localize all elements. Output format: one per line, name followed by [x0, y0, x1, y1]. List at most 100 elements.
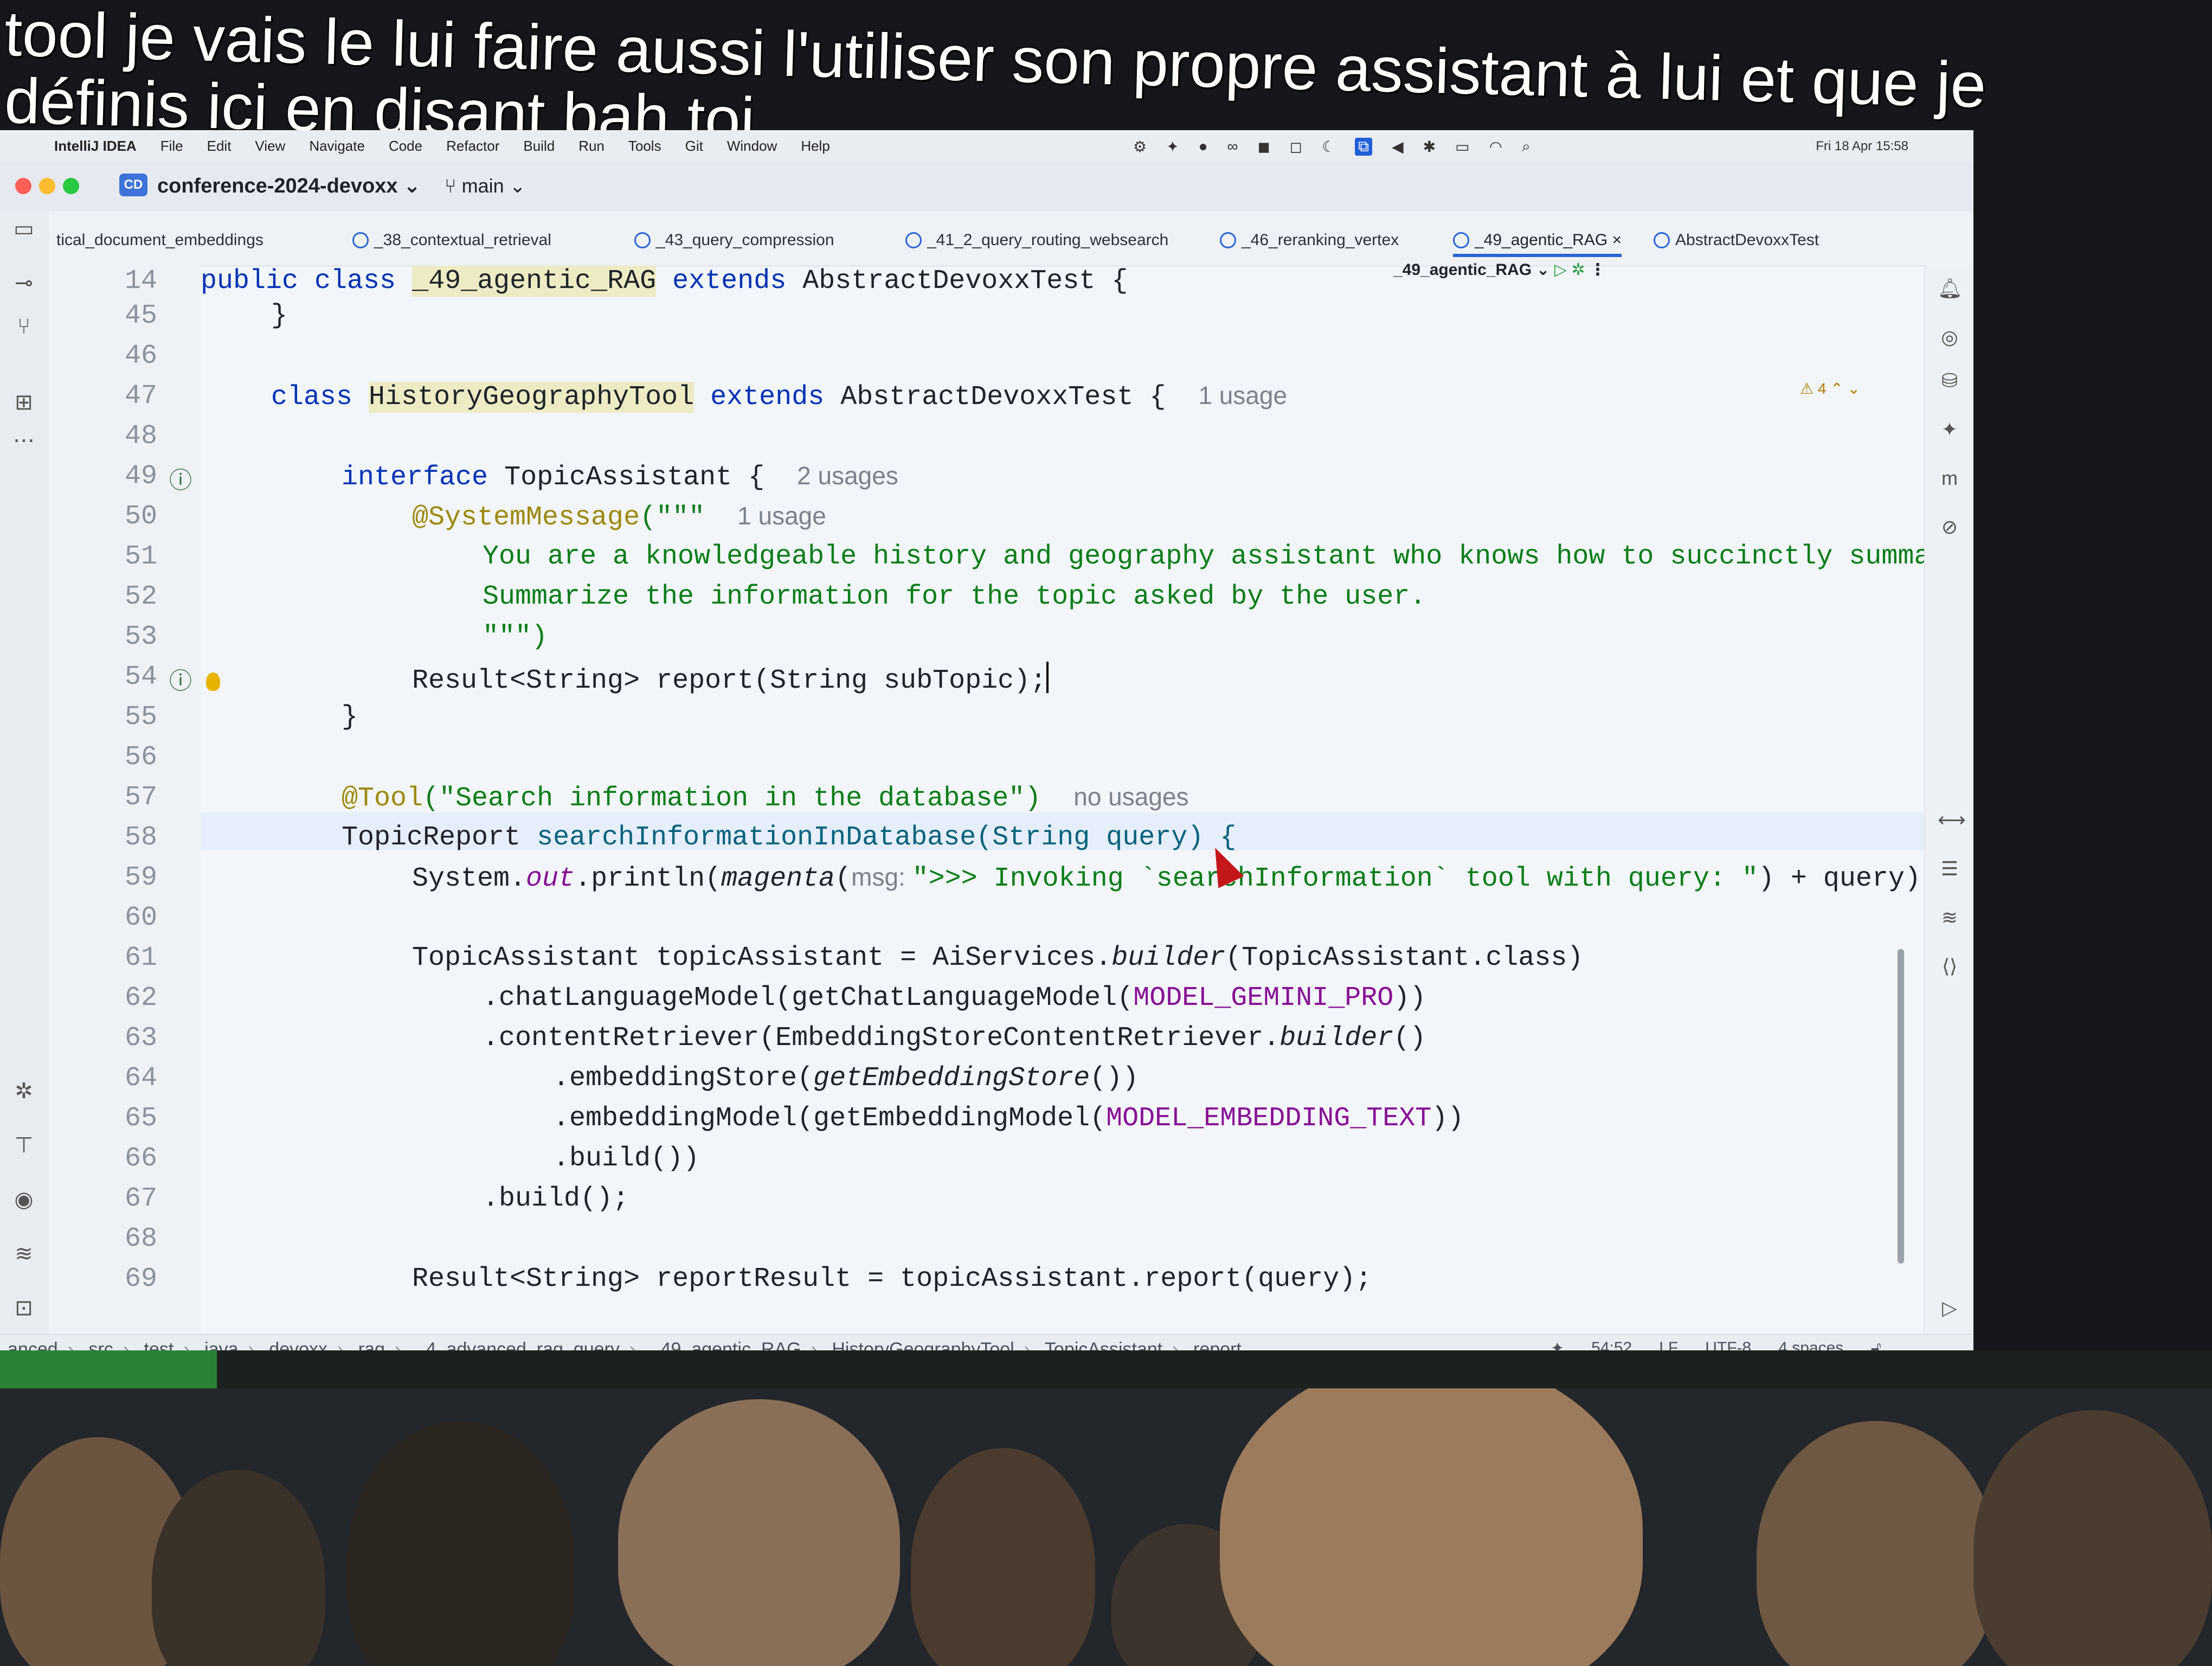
code-line-45: }: [271, 300, 288, 331]
menu-run[interactable]: Run: [578, 138, 605, 155]
play-icon[interactable]: ▷: [1938, 1296, 1962, 1320]
debug-icon[interactable]: ✲: [12, 1079, 36, 1103]
breadcrumb-item[interactable]: test: [144, 1339, 174, 1350]
breadcrumb-item[interactable]: _4_advanced_rag_query: [416, 1339, 620, 1350]
usages-hint[interactable]: 2 usages: [797, 462, 898, 490]
pull-requests-icon[interactable]: ⑂: [12, 315, 36, 338]
lock-icon[interactable]: 🔓︎: [1870, 1339, 1881, 1350]
tab-abstract-devoxx-test[interactable]: AbstractDevoxxTest: [1654, 231, 1819, 249]
line-number: 58: [124, 822, 157, 853]
close-window-button[interactable]: [15, 178, 31, 194]
endpoints-icon[interactable]: ⟷: [1938, 808, 1966, 832]
project-name: conference-2024-devoxx: [157, 175, 398, 197]
zoom-window-button[interactable]: [63, 178, 79, 194]
volume-icon[interactable]: ◀: [1392, 138, 1404, 156]
menu-navigate[interactable]: Navigate: [309, 138, 365, 155]
close-tab-icon[interactable]: ×: [1612, 231, 1622, 249]
implemented-icon[interactable]: ⓘ: [169, 663, 192, 696]
breadcrumb-item[interactable]: src: [88, 1339, 113, 1350]
wifi-icon[interactable]: ◠: [1489, 138, 1502, 156]
line-number: 65: [124, 1103, 157, 1134]
menu-file[interactable]: File: [160, 138, 183, 155]
code-with-me-icon[interactable]: ⟨⟩: [1938, 954, 1962, 978]
terminal-icon[interactable]: ⊡: [12, 1296, 36, 1320]
structure-icon[interactable]: ⊞: [12, 390, 36, 414]
indent-setting[interactable]: 4 spaces: [1778, 1339, 1843, 1350]
line-separator[interactable]: LF: [1659, 1339, 1678, 1350]
more-tools-icon[interactable]: ⋯: [12, 428, 36, 452]
maven-icon[interactable]: m: [1938, 466, 1962, 490]
tab-contextual-retrieval[interactable]: _38_contextual_retrieval: [352, 231, 551, 249]
services-icon[interactable]: ☰: [1938, 857, 1962, 881]
tab-agentic-rag[interactable]: _49_agentic_RAG ×: [1453, 231, 1622, 257]
code-line-55: }: [342, 702, 358, 733]
tab-query-compression[interactable]: _43_query_compression: [634, 231, 834, 249]
infinity-icon[interactable]: ∞: [1227, 138, 1238, 156]
menu-refactor[interactable]: Refactor: [446, 138, 499, 155]
projected-ide-screen: IntelliJ IDEA File Edit View Navigate Co…: [0, 130, 1973, 1350]
file-encoding[interactable]: UTF-8: [1705, 1339, 1751, 1350]
line-number: 60: [124, 902, 157, 933]
breadcrumb-item[interactable]: java: [204, 1339, 238, 1350]
commit-icon[interactable]: ⊸: [12, 271, 36, 295]
chevron-right-icon: ›: [67, 1339, 74, 1350]
breadcrumb-item[interactable]: devoxx: [269, 1339, 327, 1350]
editor-scrollbar[interactable]: [1898, 949, 1904, 1264]
sparkle-icon[interactable]: ✦: [1938, 418, 1962, 441]
breadcrumb-item[interactable]: _49_agentic_RAG: [651, 1339, 801, 1350]
chevron-right-icon: ›: [1024, 1339, 1031, 1350]
menu-git[interactable]: Git: [685, 138, 703, 155]
battery-icon[interactable]: ▭: [1455, 138, 1469, 156]
moon-icon[interactable]: ☾: [1322, 138, 1335, 156]
menu-help[interactable]: Help: [801, 138, 829, 155]
usages-hint[interactable]: 1 usage: [737, 502, 826, 530]
database-icon[interactable]: ⛁: [1938, 369, 1962, 393]
copilot-icon[interactable]: ⊘: [1938, 515, 1962, 539]
branch-selector[interactable]: ⑂ main ⌄: [445, 175, 526, 197]
tab-document-embeddings[interactable]: tical_document_embeddings: [56, 231, 263, 249]
class-icon: [1220, 232, 1236, 248]
menu-code[interactable]: Code: [389, 138, 422, 155]
notifications-icon[interactable]: 🔔︎: [1938, 277, 1963, 300]
build-icon[interactable]: ⊤: [12, 1133, 36, 1157]
menu-view[interactable]: View: [255, 138, 285, 155]
chevron-right-icon: ›: [183, 1339, 190, 1350]
breadcrumb-item[interactable]: anced: [8, 1339, 58, 1350]
layers-icon[interactable]: ≋: [1938, 906, 1962, 930]
implemented-icon[interactable]: ⓘ: [169, 462, 192, 495]
menu-build[interactable]: Build: [523, 138, 555, 155]
status-icon[interactable]: ◻: [1290, 138, 1302, 156]
menu-tools[interactable]: Tools: [628, 138, 661, 155]
ai-assistant-icon[interactable]: ◎: [1938, 325, 1962, 349]
menu-app[interactable]: IntelliJ IDEA: [54, 138, 137, 155]
status-icon[interactable]: ●: [1199, 138, 1208, 156]
usages-hint[interactable]: no usages: [1073, 783, 1188, 811]
search-icon[interactable]: ⌕: [1522, 138, 1531, 156]
breadcrumb-item[interactable]: rag: [358, 1339, 385, 1350]
breadcrumb-item[interactable]: report: [1193, 1339, 1242, 1350]
tab-query-routing-websearch[interactable]: _41_2_query_routing_websearch: [905, 231, 1168, 249]
project-folder-icon[interactable]: ▭: [12, 217, 36, 241]
sparkle-icon[interactable]: ✦: [1551, 1339, 1564, 1350]
audience-heads: [0, 1388, 2212, 1666]
project-selector[interactable]: conference-2024-devoxx ⌄: [157, 174, 421, 198]
menu-window[interactable]: Window: [727, 138, 777, 155]
sparkle-icon[interactable]: ✦: [1166, 138, 1179, 156]
tab-reranking-vertex[interactable]: _46_reranking_vertex: [1220, 231, 1399, 249]
minimize-window-button[interactable]: [39, 178, 55, 194]
layers-icon[interactable]: ≋: [12, 1242, 36, 1266]
code-line-57: @Tool("Search information in the databas…: [342, 783, 1189, 814]
breadcrumb-item[interactable]: HistoryGeographyTool: [832, 1339, 1014, 1350]
usages-hint[interactable]: 1 usage: [1198, 381, 1287, 409]
status-icon[interactable]: ◼: [1257, 138, 1270, 156]
code-editor[interactable]: public class _49_agentic_RAG extends Abs…: [201, 266, 1973, 1350]
breadcrumb-item[interactable]: TopicAssistant: [1045, 1339, 1162, 1350]
warnings-indicator[interactable]: ⚠ 4 ⌃ ⌄: [1800, 380, 1860, 398]
status-icon[interactable]: ⚙: [1133, 138, 1147, 156]
text-caret: [1046, 662, 1049, 693]
screen-mirror-icon[interactable]: ⧉: [1355, 138, 1373, 156]
run-icon[interactable]: ◉: [12, 1188, 36, 1212]
caret-position[interactable]: 54:52: [1591, 1339, 1632, 1350]
menu-edit[interactable]: Edit: [207, 138, 232, 155]
bluetooth-icon[interactable]: ✱: [1423, 138, 1436, 156]
